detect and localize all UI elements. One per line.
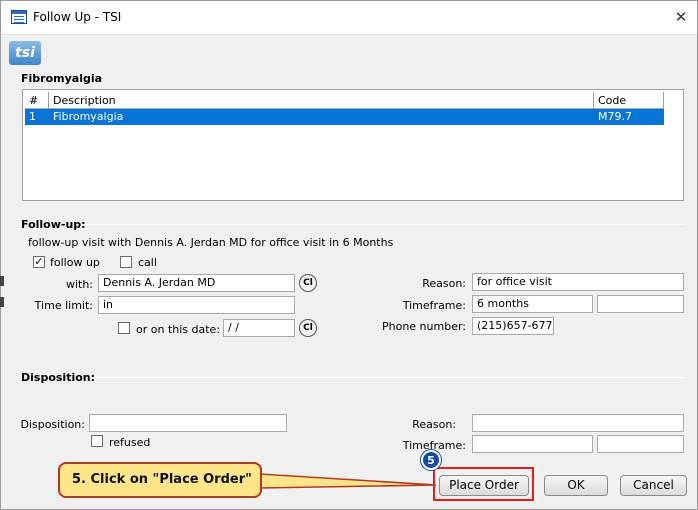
instruction-callout: 5. Click on "Place Order": [58, 462, 262, 498]
step-number-badge: 5: [421, 450, 441, 470]
place-order-highlight: [433, 467, 534, 501]
callout-pointer: [259, 473, 437, 489]
